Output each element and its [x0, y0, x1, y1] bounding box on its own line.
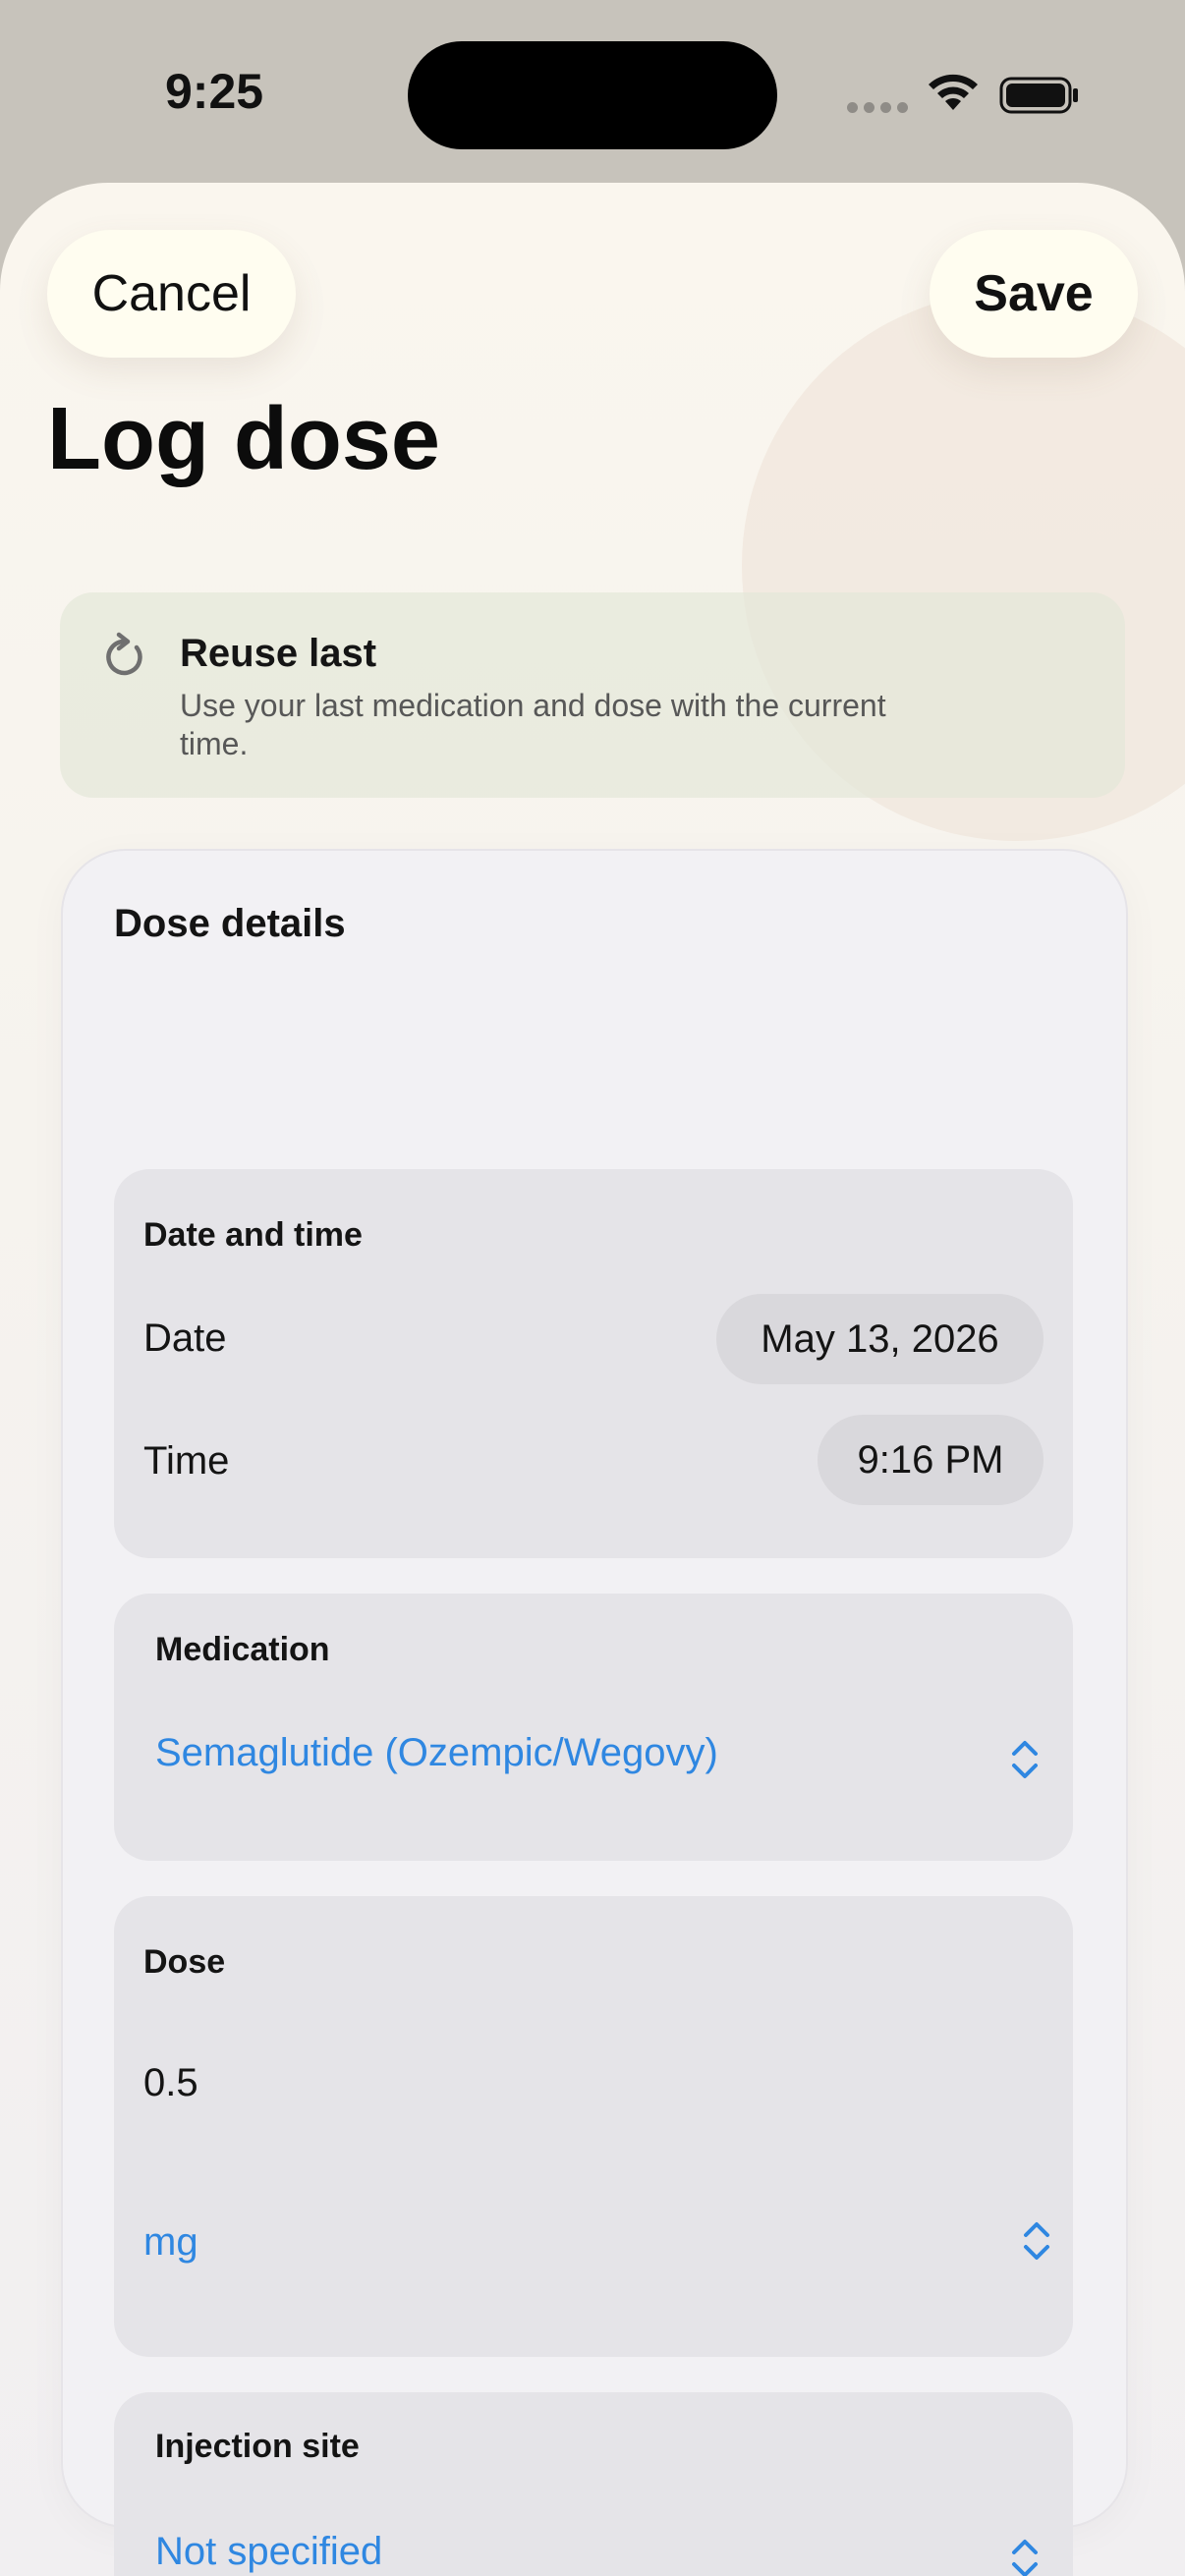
date-label: Date [143, 1316, 227, 1360]
battery-icon [999, 77, 1078, 114]
refresh-icon [106, 632, 142, 676]
dynamic-island [408, 41, 777, 149]
medication-picker[interactable]: Semaglutide (Ozempic/Wegovy) [114, 1711, 1073, 1810]
dose-unit-value: mg [143, 2220, 198, 2264]
dose-amount-field[interactable]: 0.5 [143, 2061, 198, 2105]
date-time-label: Date and time [143, 1216, 363, 1254]
time-picker-button[interactable]: 9:16 PM [818, 1415, 1044, 1505]
dose-group: Dose 0.5 mg [114, 1896, 1073, 2357]
page-title: Log dose [47, 390, 440, 488]
reuse-last-button[interactable]: Reuse last Use your last medication and … [60, 592, 1125, 798]
chevron-up-down-icon [1012, 2540, 1038, 2576]
status-time: 9:25 [165, 64, 264, 119]
reuse-last-title: Reuse last [180, 632, 377, 675]
medication-group: Medication Semaglutide (Ozempic/Wegovy) [114, 1594, 1073, 1861]
dose-label: Dose [143, 1943, 226, 1981]
chevron-up-down-icon [1012, 1741, 1038, 1778]
reuse-last-description: Use your last medication and dose with t… [180, 688, 886, 761]
log-dose-sheet: Cancel Save Log dose Reuse last Use your… [0, 183, 1185, 2576]
injection-site-group: Injection site Not specified [114, 2392, 1073, 2576]
wifi-icon [929, 74, 978, 110]
cellular-signal-icon [847, 102, 908, 114]
injection-site-picker[interactable]: Not specified [114, 2510, 1073, 2576]
medication-label: Medication [155, 1631, 330, 1668]
dose-details-title: Dose details [114, 902, 346, 945]
dose-details-card: Dose details Date and time Date May 13, … [61, 849, 1128, 2576]
date-picker-button[interactable]: May 13, 2026 [716, 1294, 1044, 1384]
time-label: Time [143, 1439, 230, 1483]
medication-value: Semaglutide (Ozempic/Wegovy) [155, 1731, 718, 1774]
save-button[interactable]: Save [930, 230, 1138, 358]
dose-unit-picker[interactable]: mg [114, 2191, 1073, 2289]
date-time-group: Date and time Date May 13, 2026 Time 9:1… [114, 1169, 1073, 1558]
cancel-button[interactable]: Cancel [47, 230, 296, 358]
chevron-up-down-icon [1024, 2222, 1049, 2260]
injection-site-label: Injection site [155, 2428, 360, 2465]
injection-site-value: Not specified [155, 2530, 383, 2573]
